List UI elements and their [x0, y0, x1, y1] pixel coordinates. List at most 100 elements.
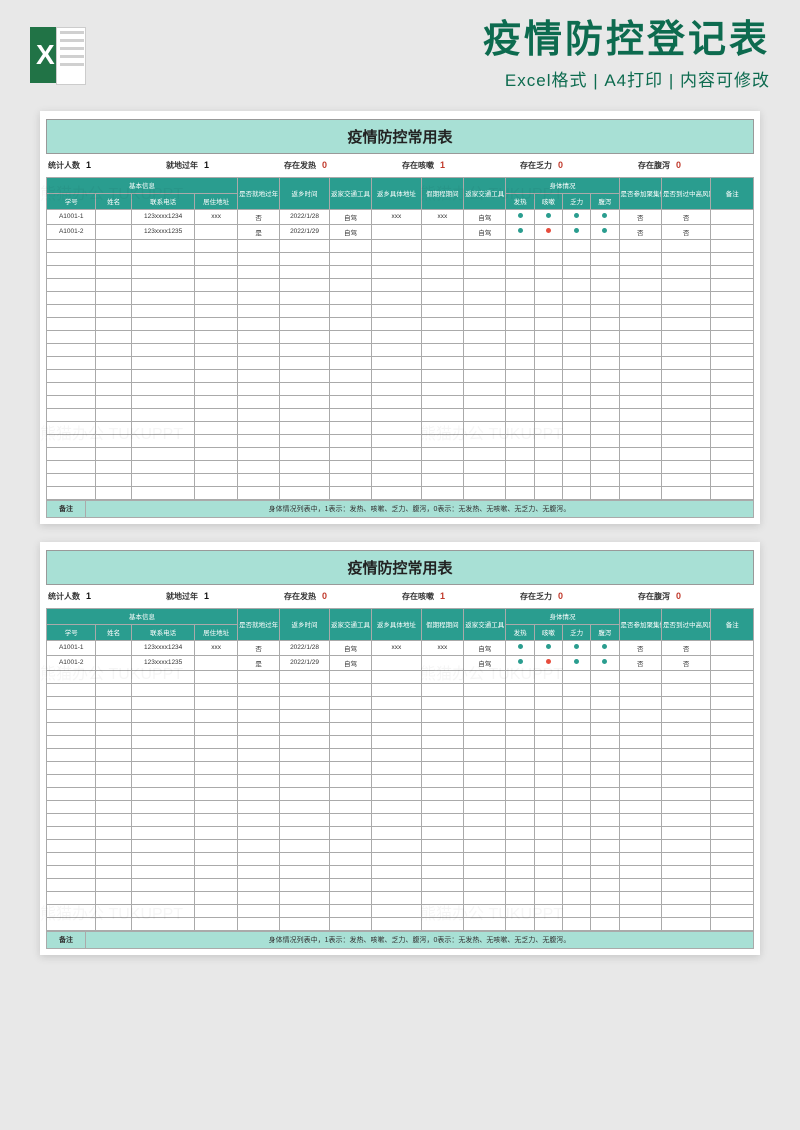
sub-title: Excel格式 | A4打印 | 内容可修改 — [101, 66, 770, 91]
cell-empty — [372, 826, 421, 839]
cell-empty — [506, 826, 534, 839]
cell-empty — [563, 839, 591, 852]
cell-empty — [506, 852, 534, 865]
cell-empty — [96, 486, 131, 499]
stats-row: 统计人数1就地过年1存在发热0存在咳嗽1存在乏力0存在腹泻0 — [46, 585, 754, 608]
cell: 自驾 — [329, 640, 371, 655]
cell-empty — [506, 800, 534, 813]
cell-empty — [96, 761, 131, 774]
cell-empty — [591, 761, 619, 774]
cell-empty — [47, 761, 96, 774]
cell-empty — [237, 917, 279, 930]
cell-empty — [329, 800, 371, 813]
cell-empty — [506, 787, 534, 800]
stat-value: 0 — [558, 591, 563, 601]
cell — [506, 640, 534, 655]
cell-empty — [47, 447, 96, 460]
cell-empty — [619, 722, 661, 735]
cell-empty — [563, 904, 591, 917]
cell-empty — [96, 343, 131, 356]
cell-empty — [329, 304, 371, 317]
cell — [563, 224, 591, 239]
cell-empty — [131, 683, 195, 696]
cell-empty — [329, 735, 371, 748]
cell-empty — [591, 787, 619, 800]
cell-empty — [661, 683, 710, 696]
cell-empty — [195, 447, 237, 460]
cell — [563, 640, 591, 655]
cell-empty — [563, 826, 591, 839]
cell-empty — [47, 356, 96, 369]
cell-empty — [506, 304, 534, 317]
cell-empty — [591, 683, 619, 696]
cell-empty — [96, 239, 131, 252]
cell-empty — [591, 460, 619, 473]
cell-empty — [534, 278, 562, 291]
cell-empty — [47, 813, 96, 826]
cell-empty — [661, 696, 710, 709]
table-row-empty — [47, 826, 754, 839]
cell-empty — [280, 343, 329, 356]
cell-empty — [372, 356, 421, 369]
cell-empty — [661, 865, 710, 878]
cell-empty — [464, 473, 506, 486]
cell-empty — [464, 917, 506, 930]
cell-empty — [591, 696, 619, 709]
cell-empty — [237, 787, 279, 800]
col-group-body: 身体情况 — [506, 177, 619, 193]
cell-empty — [372, 865, 421, 878]
cell-empty — [464, 722, 506, 735]
stat-item: 就地过年1 — [166, 160, 280, 171]
sheet: 疫情防控常用表统计人数1就地过年1存在发热0存在咳嗽1存在乏力0存在腹泻0基本信… — [40, 111, 760, 524]
cell-empty — [237, 904, 279, 917]
cell-empty — [195, 434, 237, 447]
cell-empty — [131, 473, 195, 486]
cell-empty — [421, 421, 463, 434]
cell-empty — [619, 878, 661, 891]
cell-empty — [195, 683, 237, 696]
cell-empty — [280, 839, 329, 852]
cell-empty — [591, 291, 619, 304]
cell-empty — [131, 761, 195, 774]
cell-empty — [237, 395, 279, 408]
cell-empty — [421, 852, 463, 865]
stats-row: 统计人数1就地过年1存在发热0存在咳嗽1存在乏力0存在腹泻0 — [46, 154, 754, 177]
cell-empty — [47, 343, 96, 356]
cell-empty — [711, 722, 754, 735]
table-row-empty — [47, 787, 754, 800]
cell-empty — [421, 735, 463, 748]
cell-empty — [506, 421, 534, 434]
data-table: 基本信息是否就地过年返乡时间返家交通工具返乡具体地址假期程期间返家交通工具身体情… — [46, 608, 754, 931]
col-header: 返家交通工具 — [464, 177, 506, 209]
cell-empty — [619, 787, 661, 800]
cell-empty — [47, 852, 96, 865]
table-row-empty — [47, 460, 754, 473]
stat-item: 统计人数1 — [48, 160, 162, 171]
stat-value: 1 — [204, 160, 209, 170]
cell-empty — [47, 291, 96, 304]
cell-empty — [711, 917, 754, 930]
cell-empty — [195, 813, 237, 826]
cell-empty — [372, 800, 421, 813]
cell-empty — [195, 878, 237, 891]
cell-empty — [329, 748, 371, 761]
cell-empty — [563, 382, 591, 395]
cell-empty — [237, 473, 279, 486]
cell-empty — [237, 852, 279, 865]
cell-empty — [421, 395, 463, 408]
col-header: 返乡时间 — [280, 608, 329, 640]
cell-empty — [237, 670, 279, 683]
cell-empty — [506, 670, 534, 683]
cell-empty — [711, 486, 754, 499]
cell-empty — [563, 447, 591, 460]
cell-empty — [237, 265, 279, 278]
cell-empty — [591, 304, 619, 317]
cell-empty — [96, 865, 131, 878]
cell-empty — [329, 356, 371, 369]
cell-empty — [329, 343, 371, 356]
col-header: 联系电话 — [131, 624, 195, 640]
cell-empty — [47, 722, 96, 735]
cell-empty — [47, 696, 96, 709]
col-header: 姓名 — [96, 624, 131, 640]
table-row: A1001-1123xxxx1234xxx否2022/1/28自驾xxxxxx自… — [47, 640, 754, 655]
